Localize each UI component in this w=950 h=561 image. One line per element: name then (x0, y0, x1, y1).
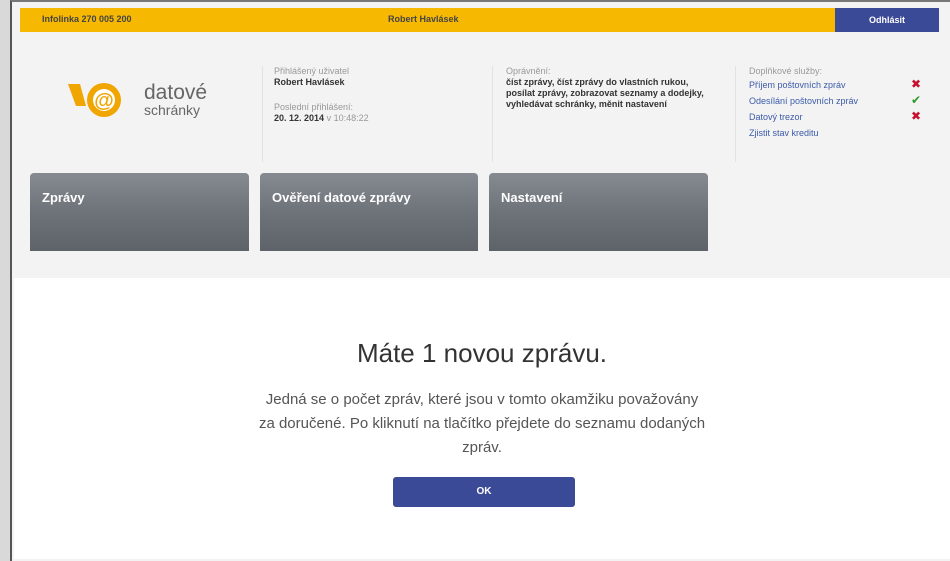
datove-schranky-logo-icon: @ (68, 83, 121, 117)
service-link-odesilani[interactable]: Odesílání poštovních zpráv (749, 96, 858, 106)
cross-icon: ✖ (911, 77, 922, 91)
permissions-text: číst zprávy, číst zprávy do vlastních ru… (506, 77, 704, 109)
services-info: Doplňkové služby: Příjem poštovních zprá… (749, 66, 939, 144)
logo-brand-line2: schránky (144, 102, 201, 118)
svg-text:@: @ (94, 90, 114, 112)
service-item: Zjistit stav kreditu (749, 128, 939, 144)
tab-nastaveni[interactable]: Nastavení (489, 173, 708, 251)
service-link-kredit[interactable]: Zjistit stav kreditu (749, 128, 819, 138)
user-name: Robert Havlásek (274, 77, 345, 87)
user-info: Přihlášený uživatel Robert Havlásek Posl… (274, 66, 474, 124)
tab-overeni[interactable]: Ověření datové zprávy (260, 173, 478, 251)
logo: @ datové schránky (66, 78, 216, 130)
message-headline: Máte 1 novou zprávu. (356, 338, 608, 368)
last-login-label: Poslední přihlášení: (274, 102, 354, 112)
last-login-sep: v (326, 113, 332, 123)
service-link-trezor[interactable]: Datový trezor (749, 112, 803, 122)
service-link-prijem[interactable]: Příjem poštovních zpráv (749, 80, 846, 90)
ok-button[interactable]: OK (393, 477, 575, 507)
user-label: Přihlášený uživatel (274, 66, 350, 76)
tab-label: Ověření datové zprávy (272, 190, 411, 205)
divider (492, 66, 493, 162)
service-item: Datový trezor ✖ (749, 109, 939, 128)
top-bar: Infolinka 270 005 200 Robert Havlásek (20, 8, 835, 32)
permissions-info: Oprávnění: číst zprávy, číst zprávy do v… (506, 66, 721, 110)
tab-label: Zprávy (42, 190, 85, 205)
logo-brand-line1: datové (144, 81, 208, 104)
last-login-date: 20. 12. 2014 (274, 113, 325, 123)
checkmark-icon: ✔ (911, 93, 922, 107)
infoline-text: Infolinka 270 005 200 (42, 14, 132, 24)
tab-zpravy[interactable]: Zprávy (30, 173, 249, 251)
message-description: Jedná se o počet zpráv, které jsou v tom… (258, 391, 706, 456)
logout-button[interactable]: Odhlásit (835, 8, 939, 32)
topbar-username: Robert Havlásek (388, 14, 459, 24)
tab-label: Nastavení (501, 190, 563, 205)
divider (262, 66, 263, 162)
divider (735, 66, 736, 162)
last-login-time: 10:48:22 (333, 113, 369, 123)
cross-icon: ✖ (911, 109, 922, 123)
permissions-label: Oprávnění: (506, 66, 551, 76)
